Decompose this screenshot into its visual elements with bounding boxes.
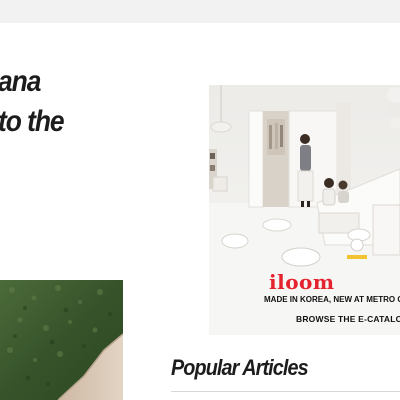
top-bar [0, 0, 400, 23]
popular-articles-heading: Popular Articles [171, 355, 309, 380]
section-divider [171, 391, 400, 392]
browse-catalog-link[interactable]: BROWSE THE E-CATALO [296, 313, 400, 325]
ad-tagline: MADE IN KOREA, NEW AT METRO C [264, 295, 400, 304]
article-headline[interactable]: ana to the [0, 62, 65, 142]
iloom-logo[interactable]: iloom [269, 270, 335, 294]
headline-line-1[interactable]: ana [0, 62, 64, 102]
article-photo[interactable] [0, 280, 123, 400]
headline-line-2[interactable]: to the [0, 102, 65, 142]
